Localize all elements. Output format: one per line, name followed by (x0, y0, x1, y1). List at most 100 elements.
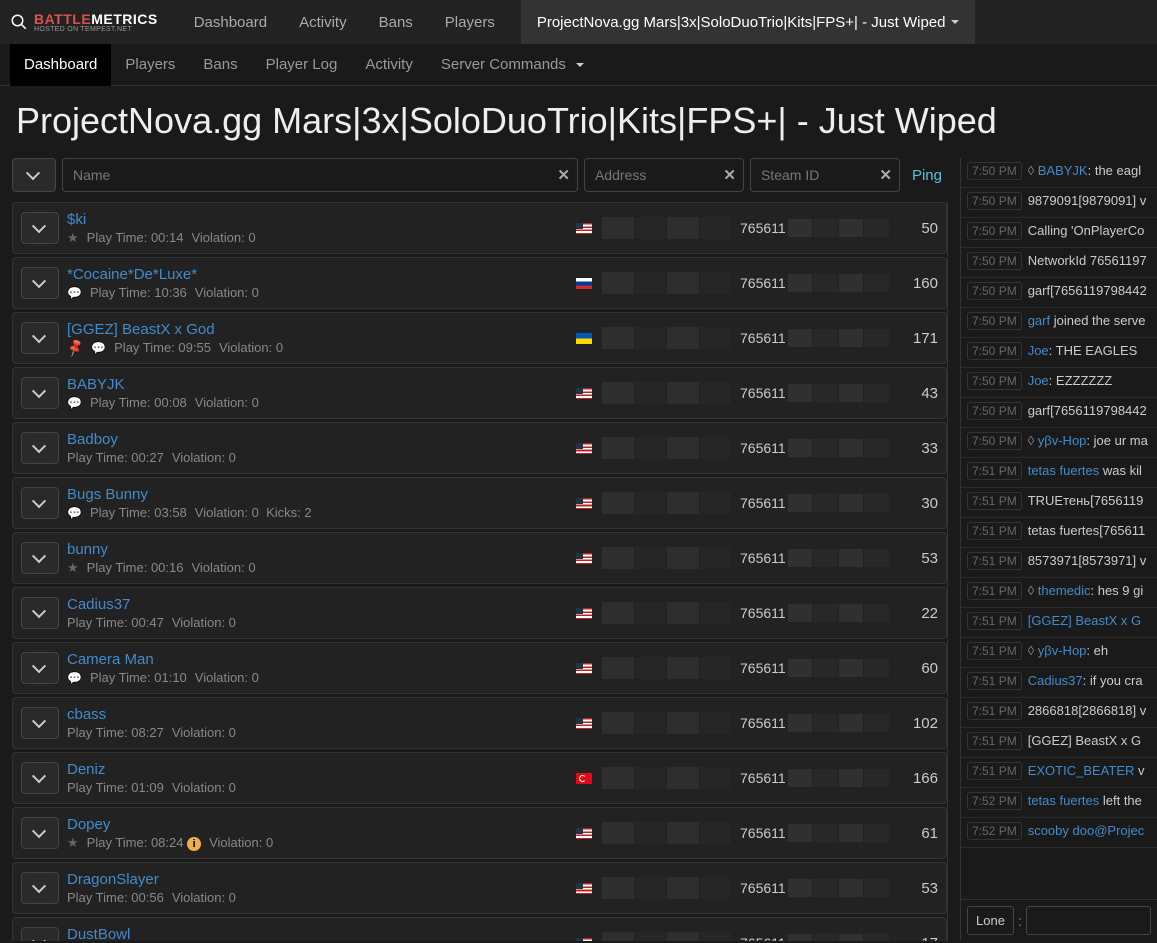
clear-steamid-icon[interactable]: ✕ (879, 166, 892, 184)
flag-us-icon (576, 608, 592, 619)
player-meta: 💬 Play Time: 00:08 Violation: 0 (67, 395, 566, 410)
ip-address-redacted (602, 602, 732, 624)
logo-brand-1: BATTLE (34, 11, 91, 27)
flag-tr-icon (576, 773, 592, 784)
subnav-dashboard[interactable]: Dashboard (10, 44, 111, 86)
expand-player-button[interactable] (21, 817, 59, 849)
chat-username[interactable]: Joe (1028, 373, 1049, 388)
nav-bans[interactable]: Bans (363, 0, 429, 44)
player-meta: ★ Play Time: 00:16 Violation: 0 (67, 560, 566, 576)
chat-message: TRUEтень[7656119 (1028, 493, 1144, 508)
subnav-activity[interactable]: Activity (351, 44, 427, 86)
expand-player-button[interactable] (21, 927, 59, 941)
ping-sort-link[interactable]: Ping (906, 158, 948, 192)
player-name-link[interactable]: DustBowl (67, 926, 566, 942)
steam-id-prefix: 765611 (740, 385, 786, 401)
chat-line: 7:51 PM[GGEZ] BeastX x G (961, 608, 1157, 638)
steam-id: 765611 (740, 934, 890, 941)
clear-address-icon[interactable]: ✕ (723, 166, 736, 184)
subnav-commands[interactable]: Server Commands (427, 44, 598, 86)
player-name-link[interactable]: cbass (67, 706, 566, 723)
chat-username[interactable]: tetas fuertes (1028, 793, 1100, 808)
expand-player-button[interactable] (21, 267, 59, 299)
chat-username[interactable]: BABYJK (1038, 163, 1088, 178)
nav-activity[interactable]: Activity (283, 0, 363, 44)
ping-value: 171 (898, 330, 938, 347)
chat-username[interactable]: Cadius37 (1028, 673, 1083, 688)
chat-username[interactable]: garf (1028, 313, 1050, 328)
play-time: Play Time: 00:56 (67, 890, 164, 905)
expand-player-button[interactable] (21, 542, 59, 574)
expand-player-button[interactable] (21, 432, 59, 464)
name-filter-input[interactable] (62, 158, 578, 192)
expand-player-button[interactable] (21, 322, 59, 354)
flag-us-icon (576, 938, 592, 942)
subnav-commands-label: Server Commands (441, 56, 566, 73)
player-name-link[interactable]: Cadius37 (67, 596, 566, 613)
ping-value: 61 (898, 825, 938, 842)
expand-all-button[interactable] (12, 158, 56, 192)
chat-username[interactable]: [GGEZ] BeastX x G (1028, 613, 1141, 628)
expand-player-button[interactable] (21, 487, 59, 519)
expand-player-button[interactable] (21, 707, 59, 739)
chat-timestamp: 7:51 PM (967, 522, 1022, 540)
chevron-down-icon (34, 664, 46, 672)
steam-id-redacted (788, 604, 890, 622)
player-name-link[interactable]: Dopey (67, 816, 566, 833)
nav-dashboard[interactable]: Dashboard (178, 0, 283, 44)
ip-address-redacted (602, 657, 732, 679)
chat-message-input[interactable] (1026, 906, 1151, 935)
logo[interactable]: BATTLEMETRICS HOSTED ON TEMPEST.NET (10, 12, 158, 33)
expand-player-button[interactable] (21, 872, 59, 904)
player-meta: ★ Play Time: 08:24 i Violation: 0 (67, 835, 566, 851)
player-name-link[interactable]: Deniz (67, 761, 566, 778)
player-name-link[interactable]: Bugs Bunny (67, 486, 566, 503)
player-name-link[interactable]: $ki (67, 211, 566, 228)
player-list[interactable]: $ki ★ Play Time: 00:14 Violation: 0 7656… (12, 202, 948, 941)
player-name-link[interactable]: BABYJK (67, 376, 566, 393)
chat-log[interactable]: 7:50 PM◊ BABYJK: the eagl7:50 PM9879091[… (961, 158, 1157, 899)
expand-player-button[interactable] (21, 597, 59, 629)
chat-username[interactable]: yβv-Hop (1038, 643, 1087, 658)
chat-username[interactable]: Joe (1028, 343, 1049, 358)
server-dropdown-label: ProjectNova.gg Mars|3x|SoloDuoTrio|Kits|… (537, 14, 946, 31)
chat-channel-select[interactable]: Lone (967, 906, 1014, 935)
expand-player-button[interactable] (21, 652, 59, 684)
expand-player-button[interactable] (21, 762, 59, 794)
expand-player-button[interactable] (21, 212, 59, 244)
chevron-down-icon (34, 609, 46, 617)
star-icon: ★ (67, 560, 79, 576)
filter-row: ✕ ✕ ✕ Ping (12, 158, 948, 192)
chat-message: : joe ur ma (1086, 433, 1147, 448)
player-name-link[interactable]: [GGEZ] BeastX x God (67, 321, 566, 338)
flag-us-icon (576, 553, 592, 564)
chat-message: Calling 'OnPlayerCo (1028, 223, 1145, 238)
chat-username[interactable]: yβv-Hop (1038, 433, 1087, 448)
chat-username[interactable]: scooby doo@Projec (1028, 823, 1145, 838)
player-row: $ki ★ Play Time: 00:14 Violation: 0 7656… (12, 202, 947, 254)
expand-player-button[interactable] (21, 377, 59, 409)
subnav-playerlog[interactable]: Player Log (252, 44, 352, 86)
steam-id-prefix: 765611 (740, 660, 786, 676)
steam-id-prefix: 765611 (740, 275, 786, 291)
steam-id-redacted (788, 439, 890, 457)
play-time: Play Time: 03:58 (90, 505, 187, 520)
server-dropdown[interactable]: ProjectNova.gg Mars|3x|SoloDuoTrio|Kits|… (521, 0, 976, 44)
chat-timestamp: 7:50 PM (967, 222, 1022, 240)
player-name-link[interactable]: bunny (67, 541, 566, 558)
chat-username[interactable]: EXOTIC_BEATER (1028, 763, 1135, 778)
player-name-link[interactable]: *Cocaine*De*Luxe* (67, 266, 566, 283)
nav-players[interactable]: Players (429, 0, 511, 44)
ip-address-redacted (602, 437, 732, 459)
player-name-link[interactable]: DragonSlayer (67, 871, 566, 888)
player-name-link[interactable]: Camera Man (67, 651, 566, 668)
chat-username[interactable]: themedic (1038, 583, 1091, 598)
chat-username[interactable]: tetas fuertes (1028, 463, 1100, 478)
clear-name-icon[interactable]: ✕ (557, 166, 570, 184)
address-filter-input[interactable] (584, 158, 744, 192)
player-row: Badboy Play Time: 00:27 Violation: 0 765… (12, 422, 947, 474)
steamid-filter-input[interactable] (750, 158, 900, 192)
player-name-link[interactable]: Badboy (67, 431, 566, 448)
subnav-bans[interactable]: Bans (189, 44, 251, 86)
subnav-players[interactable]: Players (111, 44, 189, 86)
